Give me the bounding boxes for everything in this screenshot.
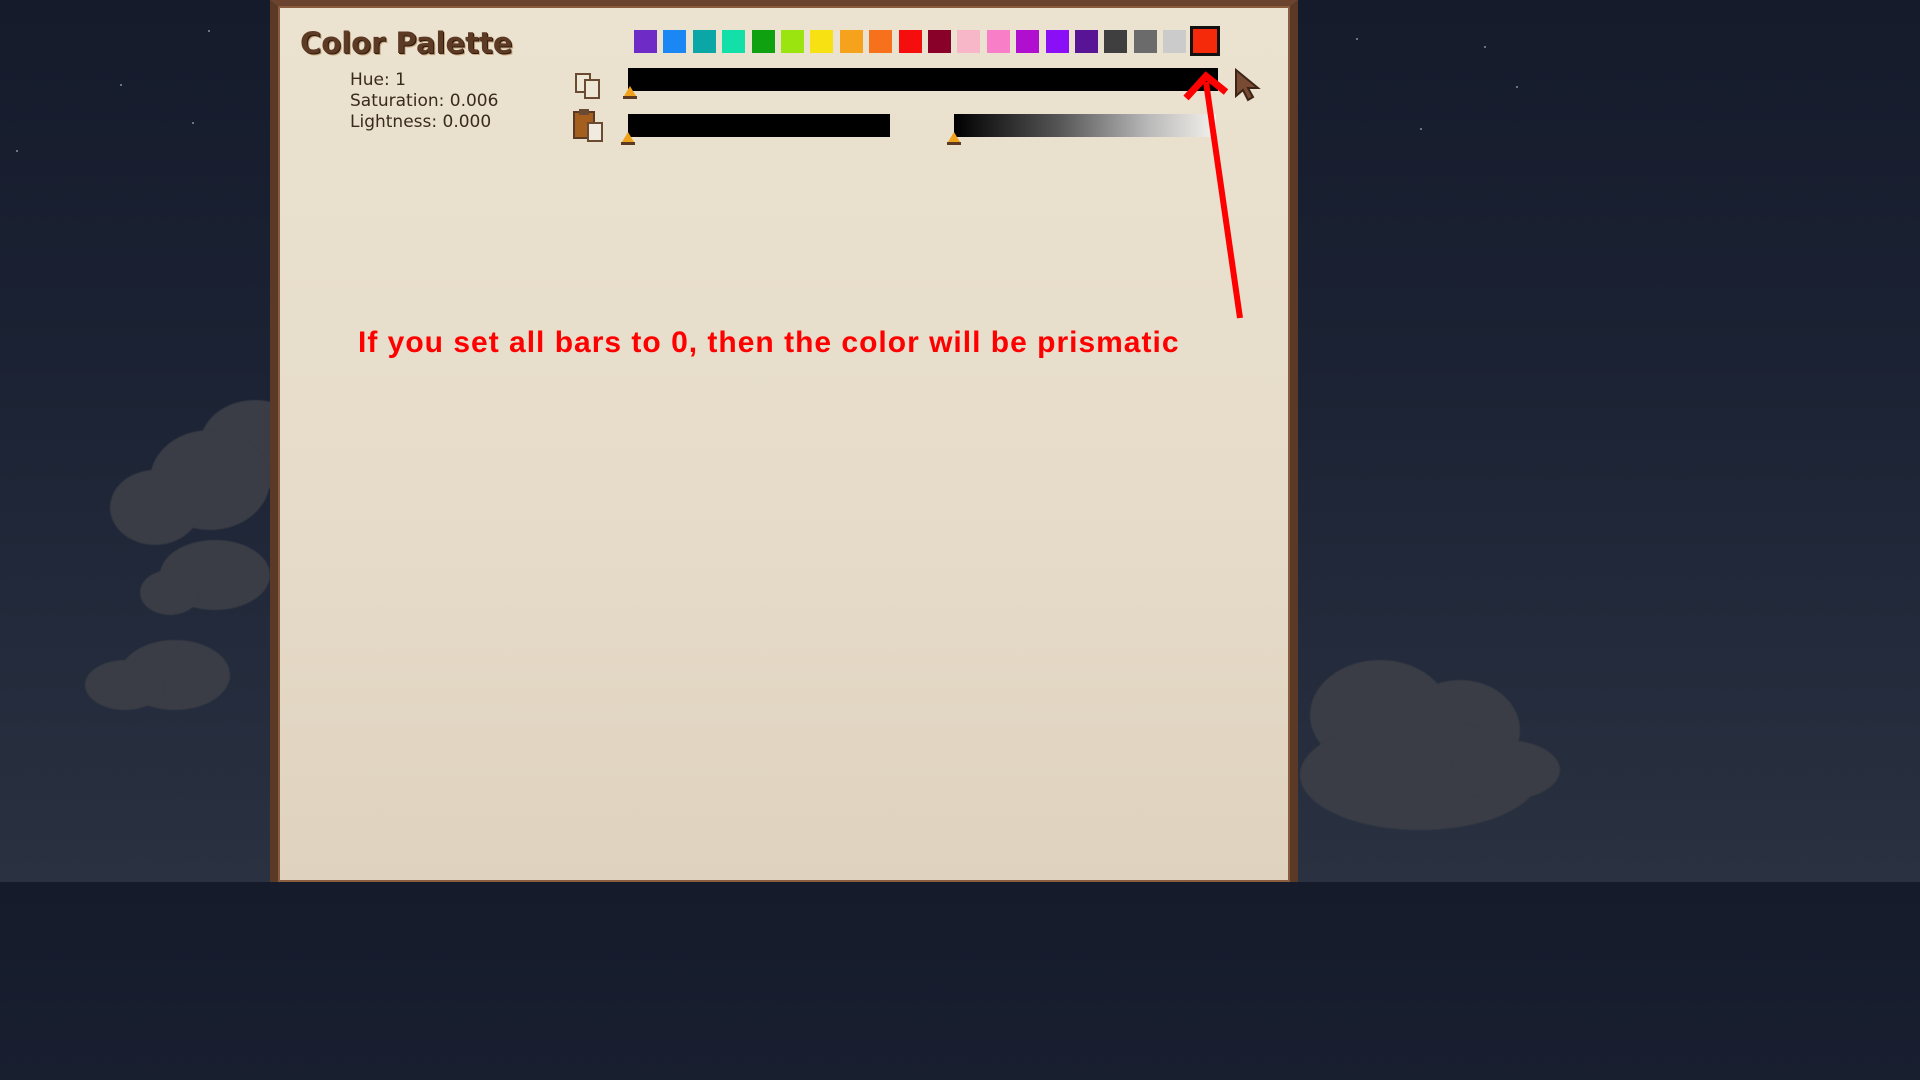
paste-icon[interactable]	[571, 108, 607, 144]
star	[120, 84, 122, 86]
color-swatch[interactable]	[869, 30, 893, 53]
color-swatch[interactable]	[1104, 30, 1128, 53]
color-swatch[interactable]	[1016, 30, 1040, 53]
star	[1356, 38, 1358, 40]
color-swatch[interactable]	[1133, 30, 1157, 53]
saturation-slider-handle[interactable]	[621, 132, 635, 145]
color-swatch[interactable]	[1163, 30, 1187, 53]
star	[1484, 46, 1486, 48]
color-swatch[interactable]	[781, 30, 804, 53]
lightness-readout: Lightness: 0.000	[350, 112, 492, 132]
hue-slider-handle[interactable]	[623, 86, 637, 99]
color-swatch[interactable]	[722, 30, 746, 53]
color-palette-panel: Color Palette Hue: 1 Saturation: 0.006 L…	[270, 0, 1298, 882]
page-title: Color Palette	[300, 26, 513, 60]
lightness-slider-handle[interactable]	[947, 132, 961, 145]
star	[208, 30, 210, 32]
star	[16, 150, 18, 152]
lightness-bar[interactable]	[954, 114, 1216, 137]
hue-readout: Hue: 1	[350, 70, 406, 90]
hue-bar[interactable]	[628, 68, 1218, 91]
copy-icon[interactable]	[574, 72, 604, 100]
color-swatch[interactable]	[1075, 30, 1098, 53]
color-swatch[interactable]	[839, 30, 863, 53]
color-swatch[interactable]	[751, 30, 775, 53]
star	[1420, 128, 1422, 130]
star	[192, 122, 194, 124]
color-swatch[interactable]	[986, 30, 1010, 53]
color-swatch[interactable]	[928, 30, 951, 53]
eyedropper-icon[interactable]	[1234, 67, 1266, 104]
color-swatch[interactable]	[957, 30, 981, 53]
color-swatch[interactable]	[692, 30, 716, 53]
star	[1516, 86, 1518, 88]
color-swatch[interactable]	[1189, 26, 1220, 56]
color-swatch[interactable]	[898, 30, 922, 53]
saturation-readout: Saturation: 0.006	[350, 91, 499, 111]
saturation-bar[interactable]	[628, 114, 890, 137]
color-swatch[interactable]	[810, 30, 834, 53]
color-swatch[interactable]	[634, 30, 657, 53]
color-swatch[interactable]	[663, 30, 687, 53]
annotation-text: If you set all bars to 0, then the color…	[358, 326, 1180, 359]
color-swatch[interactable]	[1045, 30, 1069, 53]
